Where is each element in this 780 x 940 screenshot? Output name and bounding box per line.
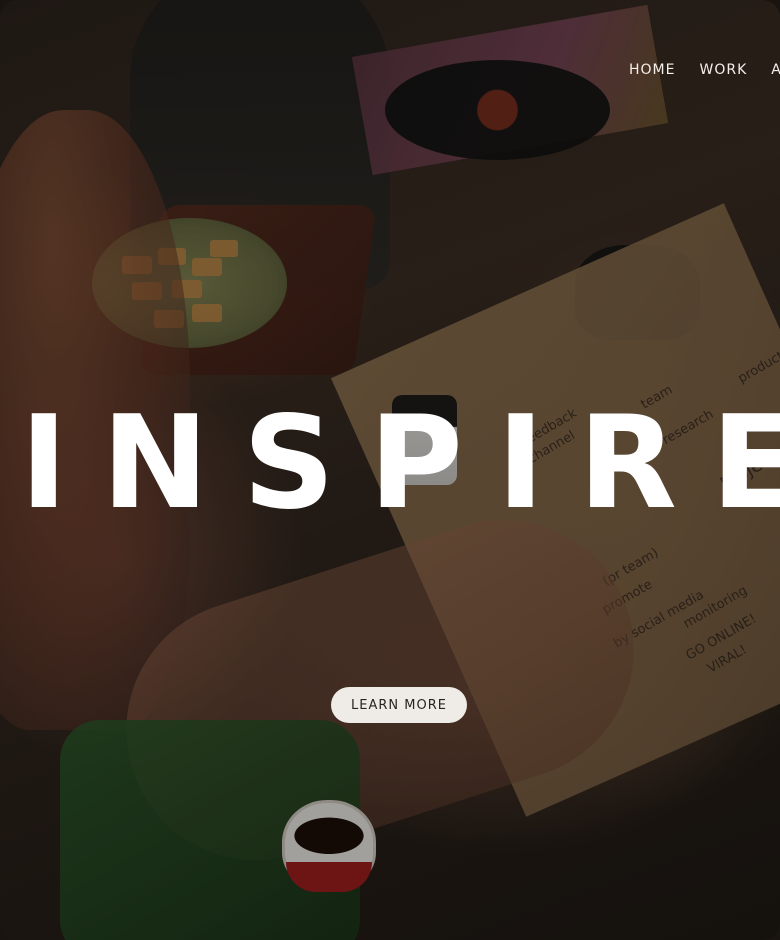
learn-more-button[interactable]: LEARN MORE (331, 687, 467, 723)
hero-title: INSPIRE (20, 389, 780, 538)
nav-home[interactable]: HOME (629, 62, 675, 78)
nav-about[interactable]: AB (771, 62, 780, 78)
nav-work[interactable]: WORK (699, 62, 747, 78)
top-navigation: HOME WORK AB (629, 62, 780, 78)
landing-page: feedback team research (pr team) promote… (0, 0, 780, 940)
